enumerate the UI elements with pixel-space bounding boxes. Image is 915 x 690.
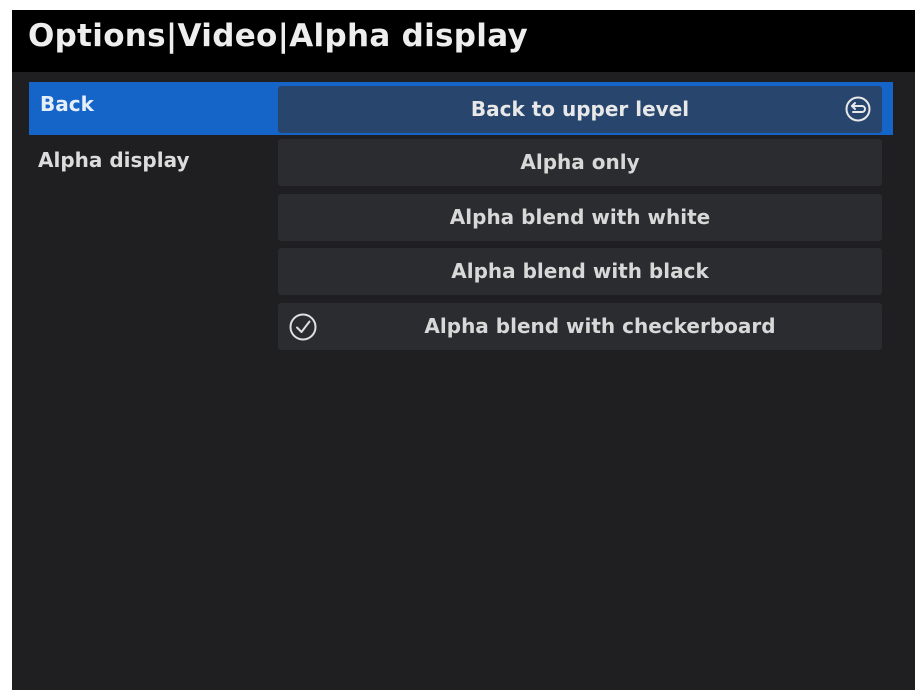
option-alpha-blend-checkerboard-label: Alpha blend with checkerboard xyxy=(424,314,776,338)
title-bar: Options|Video|Alpha display xyxy=(12,10,915,72)
row-label-back[interactable]: Back xyxy=(40,92,94,116)
option-alpha-only-label: Alpha only xyxy=(520,150,640,174)
option-alpha-blend-white-label: Alpha blend with white xyxy=(449,205,711,229)
checkmark-circle-icon xyxy=(289,313,317,341)
page-title: Options|Video|Alpha display xyxy=(28,18,528,54)
option-alpha-only[interactable]: Alpha only xyxy=(278,139,882,186)
option-alpha-blend-black[interactable]: Alpha blend with black xyxy=(278,248,882,295)
option-alpha-blend-white[interactable]: Alpha blend with white xyxy=(278,194,882,241)
option-alpha-blend-checkerboard[interactable]: Alpha blend with checkerboard xyxy=(278,303,882,350)
row-label-alpha-display: Alpha display xyxy=(38,148,190,172)
return-arrow-icon xyxy=(845,96,871,122)
option-alpha-blend-black-label: Alpha blend with black xyxy=(451,259,709,283)
options-screen: Options|Video|Alpha display Back Alpha d… xyxy=(12,10,915,690)
back-to-upper-level-label: Back to upper level xyxy=(470,97,690,121)
back-to-upper-level-button[interactable]: Back to upper level xyxy=(278,86,882,133)
